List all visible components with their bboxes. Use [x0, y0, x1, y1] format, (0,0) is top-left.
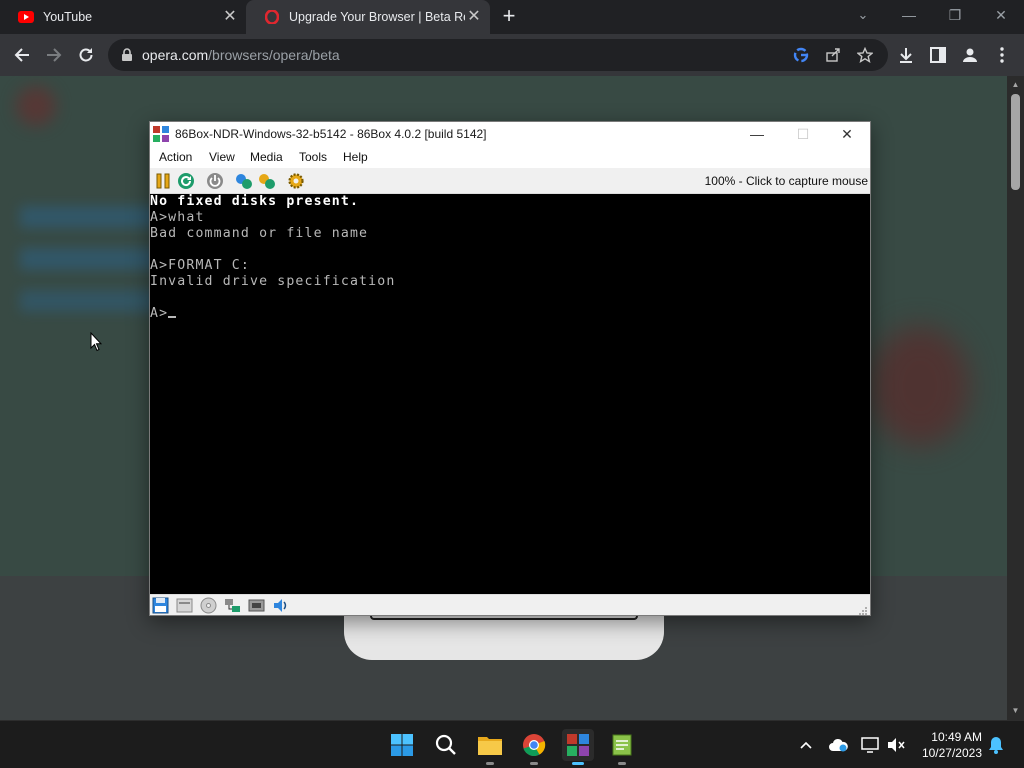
emulator-window[interactable]: 86Box-NDR-Windows-32-b5142 - 86Box 4.0.2…: [149, 121, 871, 616]
url-text: opera.com/browsers/opera/beta: [142, 39, 340, 71]
page-scrollbar[interactable]: ▲ ▼: [1007, 76, 1024, 720]
running-indicator: [486, 762, 494, 765]
notification-bell-icon[interactable]: [986, 735, 1006, 755]
minimize-button[interactable]: —: [734, 122, 780, 146]
emulator-titlebar[interactable]: 86Box-NDR-Windows-32-b5142 - 86Box 4.0.2…: [150, 122, 870, 146]
menu-view[interactable]: View: [208, 148, 236, 166]
ctrl-alt-esc-icon[interactable]: [258, 172, 276, 190]
cdrom-drive-icon[interactable]: [176, 597, 193, 614]
file-explorer-icon[interactable]: [474, 729, 506, 765]
running-indicator: [618, 762, 626, 765]
active-window-indicator: [572, 762, 584, 765]
86box-taskbar-icon[interactable]: [562, 729, 594, 765]
tab-title: YouTube: [43, 10, 93, 24]
blurred-heading: [20, 290, 160, 312]
power-icon[interactable]: [206, 172, 224, 190]
display-adapter-icon[interactable]: [248, 597, 265, 614]
profile-avatar-icon[interactable]: [958, 43, 982, 67]
chevron-down-icon[interactable]: ⌄: [853, 7, 873, 25]
address-bar[interactable]: opera.com/browsers/opera/beta: [108, 39, 888, 71]
emulated-dos-screen[interactable]: No fixed disks present. A>what Bad comma…: [150, 194, 870, 594]
console-prompt: A>: [150, 306, 177, 322]
reload-button[interactable]: [74, 43, 98, 67]
ctrl-alt-del-icon[interactable]: [235, 172, 253, 190]
emulator-toolbar: 100% - Click to capture mouse: [150, 168, 870, 194]
download-icon[interactable]: [894, 43, 918, 67]
floppy-disk-icon[interactable]: [152, 597, 169, 614]
system-clock[interactable]: 10:49 AM 10/27/2023: [914, 729, 982, 761]
google-icon[interactable]: [792, 46, 810, 64]
menu-help[interactable]: Help: [342, 148, 369, 166]
86box-app-icon: [153, 126, 169, 142]
close-icon[interactable]: ✕: [466, 9, 482, 25]
close-button[interactable]: ✕: [824, 122, 870, 146]
side-panel-icon[interactable]: [926, 43, 950, 67]
resize-grip-icon[interactable]: [858, 603, 868, 615]
opera-logo-icon: [16, 86, 56, 126]
menu-media[interactable]: Media: [249, 148, 284, 166]
chrome-icon[interactable]: [518, 729, 550, 765]
tab-title: Upgrade Your Browser | Beta Release: [289, 10, 465, 24]
close-window-button[interactable]: ✕: [978, 0, 1024, 30]
volume-muted-icon[interactable]: [886, 735, 906, 755]
pause-icon[interactable]: [154, 172, 172, 190]
tab-opera-beta[interactable]: Upgrade Your Browser | Beta Release ✕: [246, 0, 490, 34]
console-line: Invalid drive specification: [150, 274, 396, 289]
running-indicator: [530, 762, 538, 765]
url-path: /browsers/opera/beta: [208, 47, 340, 63]
tab-youtube[interactable]: YouTube ✕: [0, 0, 246, 34]
capture-mouse-status: 100% - Click to capture mouse: [704, 174, 868, 188]
browser-toolbar: opera.com/browsers/opera/beta: [0, 34, 1024, 76]
hard-reset-icon[interactable]: [177, 172, 195, 190]
scroll-up-icon[interactable]: ▲: [1011, 80, 1020, 89]
menu-tools[interactable]: Tools: [298, 148, 328, 166]
clock-time: 10:49 AM: [931, 730, 982, 744]
chevron-up-icon[interactable]: [796, 735, 816, 755]
youtube-icon: [18, 9, 34, 25]
search-icon[interactable]: [430, 729, 462, 761]
emulator-window-title: 86Box-NDR-Windows-32-b5142 - 86Box 4.0.2…: [175, 127, 487, 141]
forward-button[interactable]: [42, 43, 66, 67]
maximize-button[interactable]: ☐: [780, 122, 826, 146]
browser-tabstrip: YouTube ✕ Upgrade Your Browser | Beta Re…: [0, 0, 1024, 34]
emulator-menubar: Action View Media Tools Help: [150, 146, 870, 168]
url-host: opera.com: [142, 47, 209, 63]
restore-button[interactable]: ❐: [932, 0, 978, 30]
cd-disc-icon[interactable]: [200, 597, 217, 614]
close-icon[interactable]: ✕: [222, 9, 238, 25]
bookmark-star-icon[interactable]: [856, 46, 874, 64]
minimize-button[interactable]: —: [886, 0, 932, 30]
desktop: YouTube ✕ Upgrade Your Browser | Beta Re…: [0, 0, 1024, 768]
scroll-down-icon[interactable]: ▼: [1011, 706, 1020, 715]
opera-icon: [264, 9, 280, 25]
mouse-pointer-icon: [90, 331, 103, 352]
decorative-graphic: [870, 326, 970, 446]
menu-action[interactable]: Action: [158, 148, 193, 166]
console-line: A>FORMAT C:: [150, 258, 250, 273]
console-line: Bad command or file name: [150, 226, 369, 241]
scrollbar-thumb[interactable]: [1011, 94, 1020, 190]
share-icon[interactable]: [824, 46, 842, 64]
lock-icon: [120, 48, 134, 62]
back-button[interactable]: [10, 43, 34, 67]
console-line: A>what: [150, 210, 205, 225]
network-display-icon[interactable]: [860, 735, 880, 755]
settings-gear-icon[interactable]: [287, 172, 305, 190]
console-line: No fixed disks present.: [150, 194, 360, 209]
onedrive-cloud-icon[interactable]: [828, 735, 848, 755]
start-windows-icon[interactable]: [386, 729, 418, 761]
clock-date: 10/27/2023: [921, 746, 982, 760]
new-tab-button[interactable]: +: [498, 5, 520, 28]
kebab-menu-icon[interactable]: [990, 43, 1014, 67]
notepad-plus-icon[interactable]: [606, 729, 638, 765]
text-cursor: [168, 316, 177, 318]
emulator-statusbar: [150, 594, 870, 615]
network-icon[interactable]: [224, 597, 241, 614]
windows-taskbar: 10:49 AM 10/27/2023: [0, 720, 1024, 768]
sound-speaker-icon[interactable]: [272, 597, 289, 614]
